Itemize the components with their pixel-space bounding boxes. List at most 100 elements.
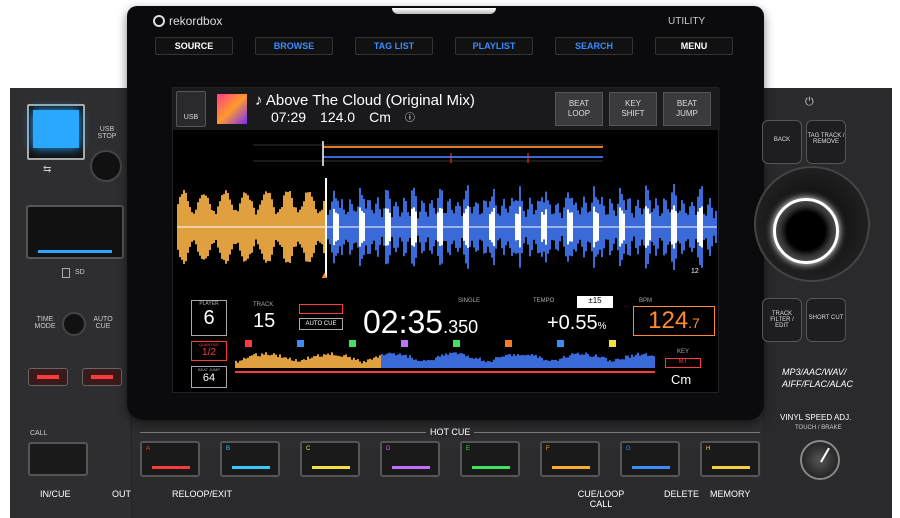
pad-light	[552, 466, 590, 469]
mini-wave-bar	[647, 356, 649, 368]
mini-wave-bar	[443, 356, 445, 368]
key-shift-button[interactable]: KEY SHIFT	[609, 92, 657, 126]
usb-source-badge[interactable]: USB	[176, 91, 206, 127]
rotary-knob[interactable]	[773, 198, 839, 264]
mini-wave-bar	[369, 359, 371, 368]
mini-wave-bar	[627, 356, 629, 368]
mini-wave-bar	[555, 360, 557, 368]
hot-cue-pad-f[interactable]: F	[540, 441, 600, 477]
mini-wave-bar	[237, 363, 239, 368]
auto-cue-box[interactable]: AUTO CUE	[299, 318, 343, 330]
track-filter-button[interactable]: TRACK FILTER / EDIT	[762, 298, 802, 342]
mini-wave-bar	[553, 360, 555, 368]
mini-wave-bar	[267, 355, 269, 368]
tag-track-button[interactable]: TAG TRACK / REMOVE	[806, 120, 846, 164]
source-label: USB	[184, 114, 198, 121]
search-button[interactable]: SEARCH	[555, 37, 633, 55]
mini-wave-bar	[413, 360, 415, 368]
mini-wave-bar	[633, 357, 635, 368]
tag-list-button[interactable]: TAG LIST	[355, 37, 433, 55]
zoom-level: 12	[691, 268, 699, 275]
touch-display[interactable]: USB ♪ Above The Cloud (Original Mix) 07:…	[172, 87, 719, 393]
hot-cue-pad-h[interactable]: H	[700, 441, 760, 477]
top-light	[392, 8, 496, 14]
cue-marker[interactable]	[349, 340, 356, 347]
usb-port[interactable]	[27, 104, 85, 160]
hot-cue-pad-a[interactable]: A	[140, 441, 200, 477]
left-button-1[interactable]	[28, 368, 68, 386]
mini-wave-bar	[453, 352, 455, 368]
mini-wave-bar	[445, 353, 447, 368]
mini-wave-bar	[551, 360, 553, 368]
back-label: BACK	[774, 137, 790, 143]
mt-badge[interactable]: MT	[665, 358, 701, 368]
beat-jump-l2: JUMP	[676, 109, 698, 118]
mini-wave-bar	[263, 355, 265, 368]
hot-cue-pad-e[interactable]: E	[460, 441, 520, 477]
time-mode-button[interactable]	[62, 312, 86, 336]
mini-wave-bar	[493, 360, 495, 368]
source-button[interactable]: SOURCE	[155, 37, 233, 55]
back-button[interactable]: BACK	[762, 120, 802, 164]
mini-wave-bar	[337, 356, 339, 368]
utility-label: UTILITY	[668, 16, 705, 27]
mini-wave-bar	[521, 355, 523, 368]
beat-jump-box[interactable]: BEAT JUMP 64	[191, 366, 227, 388]
mini-wave-bar	[331, 352, 333, 368]
usb-icon: ⇆	[43, 164, 51, 175]
cue-marker[interactable]	[245, 340, 252, 347]
mini-wave-bar	[471, 358, 473, 368]
browse-button[interactable]: BROWSE	[255, 37, 333, 55]
waveform[interactable]	[177, 184, 717, 270]
cue-marker[interactable]	[453, 340, 460, 347]
mini-wave-bar	[523, 355, 525, 368]
cue-marker[interactable]	[557, 340, 564, 347]
mini-wave-bar	[507, 354, 509, 368]
beat-loop-button[interactable]: BEAT LOOP	[555, 92, 603, 126]
hot-cue-pad-g[interactable]: G	[620, 441, 680, 477]
mini-waveform[interactable]	[235, 338, 655, 388]
menu-button[interactable]: MENU	[655, 37, 733, 55]
cue-marker[interactable]	[505, 340, 512, 347]
elapsed-time: 02:35.350	[363, 304, 478, 341]
left-button-2[interactable]	[82, 368, 122, 386]
mini-wave-bar	[239, 361, 241, 368]
quantize-box[interactable]: QUANTIZE 1/2	[191, 341, 227, 361]
mini-wave-bar	[635, 355, 637, 368]
mini-wave-bar	[391, 353, 393, 368]
mini-wave-bar	[529, 355, 531, 368]
call-button[interactable]	[28, 442, 88, 476]
beat-jump-button[interactable]: BEAT JUMP	[663, 92, 711, 126]
cue-marker[interactable]	[297, 340, 304, 347]
cue-marker[interactable]	[609, 340, 616, 347]
auto-cue-indicator[interactable]	[299, 304, 343, 314]
usb-stop-button[interactable]	[90, 150, 122, 182]
mini-wave-bar	[457, 354, 459, 368]
mini-wave-bar	[495, 357, 497, 368]
track-duration: 07:29	[271, 109, 306, 125]
mini-wave-bar	[609, 360, 611, 368]
mini-wave-bar	[629, 358, 631, 368]
mini-wave-bar	[421, 361, 423, 368]
tempo-unit: %	[598, 321, 607, 332]
pad-letter: D	[386, 446, 390, 452]
mini-wave-bar	[249, 356, 251, 368]
mini-wave-bar	[637, 353, 639, 368]
mini-wave-bar	[235, 361, 237, 368]
mini-wave-bar	[265, 352, 267, 368]
tempo-range[interactable]: ±15	[577, 296, 613, 308]
sd-slot[interactable]	[26, 205, 124, 259]
hot-cue-pad-b[interactable]: B	[220, 441, 280, 477]
playlist-button[interactable]: PLAYLIST	[455, 37, 533, 55]
hot-cue-pad-c[interactable]: C	[300, 441, 360, 477]
mini-wave-bar	[309, 359, 311, 368]
vinyl-speed-knob[interactable]	[800, 440, 840, 480]
hot-cue-pad-d[interactable]: D	[380, 441, 440, 477]
mini-wave-bar	[243, 358, 245, 368]
cue-marker[interactable]	[401, 340, 408, 347]
short-cut-button[interactable]: SHORT CUT	[806, 298, 846, 342]
mini-wave-bar	[651, 355, 653, 368]
info-icon[interactable]: ⓘ	[405, 109, 415, 125]
brand-logo: rekordbox	[153, 14, 222, 28]
mini-wave-bar	[583, 355, 585, 368]
